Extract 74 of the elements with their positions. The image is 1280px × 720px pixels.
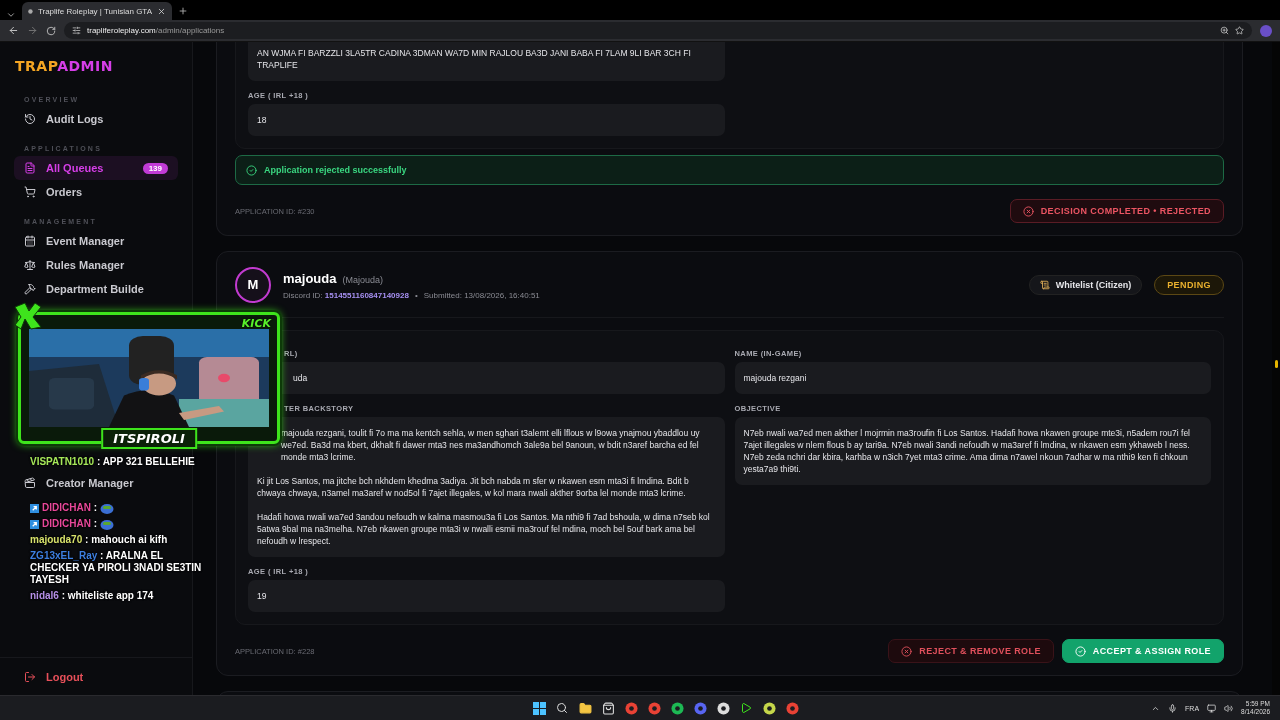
store-icon[interactable] [600,700,617,716]
paragraph: Ki jit Los Santos, ma jitche bch nkhdem khedma 3adiya. Jit bch nabda m sfer w nkawen esm mta3i fi lmdina. Bdit b chwaya chwaya, n3amel ma3aref w nod5ol fi 7ajet illegales, w kol mara nwali akther 9orba lel monde mta3 lcrime. [257,475,690,499]
site-settings-icon[interactable] [72,26,81,35]
chat-message: DIDICHAN : [42,518,97,530]
alert-text: Application rejected successfully [264,165,407,175]
address-bar[interactable]: trapliferoleplay.com/admin/applications [64,22,1252,39]
folder-icon[interactable] [577,700,594,716]
site-icon [28,6,33,16]
x-circle-icon [1022,205,1034,217]
status-badge: PENDING [1154,274,1224,295]
nav-item[interactable]: Department Builde [14,277,178,301]
chat-message: ZG13xEL_Ray : ARALNA EL CHECKER YA PIROLI 3NADI SE3TIN TAYESH [30,550,203,586]
nav-item[interactable]: Audit Logs [14,107,178,131]
document-icon [24,162,36,174]
submitted-date: Submitted: 13/08/2026, 16:40:51 [423,291,540,300]
browser-tab[interactable]: Traplife Roleplay | Tunisian GTA [22,2,172,20]
check-circle-icon [246,164,257,176]
platform-label: KICK [241,317,271,330]
nav-item[interactable]: Event Manager [14,229,178,253]
app-icon[interactable] [669,700,686,716]
forward-icon[interactable] [27,25,38,36]
scroll-icon [1039,279,1050,290]
nav-item[interactable]: All Queues 139 [14,156,178,180]
microphone-icon[interactable] [1168,703,1178,713]
app-icon[interactable] [761,700,778,716]
nav-item[interactable]: Creator Manager [14,471,178,495]
clapperboard-icon [24,477,36,489]
reload-icon[interactable] [46,25,56,36]
monitor-icon[interactable] [1207,703,1217,713]
hammer-icon [24,283,36,295]
history-icon [24,113,36,125]
chat-message: VISPATN1010 : APP 321 BELLEHIE [30,456,195,468]
tab-title: Traplife Roleplay | Tunisian GTA [37,6,152,16]
reject-button[interactable]: REJECT & REMOVE ROLE [888,639,1054,663]
start-icon[interactable] [531,700,548,716]
chat-message: majouda70 : mahouch ai kifh [30,534,168,546]
speaker-icon[interactable] [1224,703,1234,713]
bookmark-star-icon[interactable] [1235,26,1244,35]
streamer-name: ITSPIROLI [101,428,197,449]
calendar-icon [24,235,36,247]
chat-message: DIDICHAN : [42,502,97,514]
back-icon[interactable] [8,25,19,36]
applicant-alias: (Majouda) [342,275,383,285]
avatar: M [235,266,271,303]
field-value: AN WJMA FI BARZZLI 3LA5TR CADINA 3DMAN WA7D MIN RAJLOU BA3D JANI BABA FI 7LAM 9LI BAR 3CH FI TRAPLIFE [248,42,725,81]
logout-icon [24,670,36,683]
discord-id: Discord ID: 1514551160847140928 [283,291,409,300]
tab-list-icon[interactable] [6,10,16,20]
paragraph: majouda rezgani, toulit fi 7o ma ma kentch sehla, w men sghari t3alemt elli lflous w l9owa ynajmou ybaddlou uy we7ed. Ba3d ma kbert, dkhalt fi dawer mta3 nes ma3andhomch 3ale9a bel 9anoun, w bdit n3aref barcha ed fel monde mta3 lcrime. [280,427,701,463]
nav-item[interactable]: Orders [14,180,178,204]
separator-dot: • [414,291,418,300]
nav-item[interactable]: Rules Manager [14,253,178,277]
check-circle-icon [1074,645,1086,657]
paragraph: Hadafi howa nwali wa7ed 3andou nefoudh w kalma masmou3a fi Los Santos. Ma nthi9 fi 7ad bshoula, w dima n7seb kol 5atwa 9bal ma na3melha. N7eb nkawen groupe mta3i w nwalli esmii ma3rouf fel mdina, moch bel 5ouf bark ama bel nefoudh w lrespect. [257,511,711,547]
new-tab-icon[interactable] [178,6,188,16]
applicant-name: majouda [283,271,337,286]
cart-icon [24,186,36,198]
decision-badge: DECISION COMPLETED • REJECTED [1009,199,1224,223]
close-icon[interactable] [157,6,166,16]
field-value: majouda rezgani [734,362,1211,394]
count-badge: 139 [142,162,168,174]
scale-icon [24,259,36,271]
url-text: trapliferoleplay.com/admin/applications [87,26,225,35]
chip-text: Whitelist (Citizen) [1055,279,1132,290]
chat-message: nidal6 : whiteliste app 174 [30,590,154,602]
field-value: 19 [248,580,725,612]
logo-text: TRAPADMIN [14,58,114,74]
scrollbar[interactable] [1272,42,1280,695]
zoom-icon[interactable] [1220,26,1229,35]
field-value: 18 [248,104,725,136]
field-value: uda [293,373,308,383]
x-circle-icon [901,645,913,657]
app-icon[interactable] [715,700,732,716]
paragraph: N7eb nwali wa7ed men akther l mojrmin ma3roufin fi Los Santos. Hadafi howa nkawen groupe mte3i, n5adem rou7i fel 7ajet illegales w nlem flous b ay tari9a. N7eb nwali 3andi nefoudh w ma3aref fi lmdina, w nkawen esm ykhaweb l ness. N7eb zeda nchri dar kbira, karhba w n3ich 7yet mta3 crime. Ama dima n7awel nkoun 7adhar w ma nthi9 ken fi chkoun yesta7a9 thi9ti. [743,427,1191,475]
